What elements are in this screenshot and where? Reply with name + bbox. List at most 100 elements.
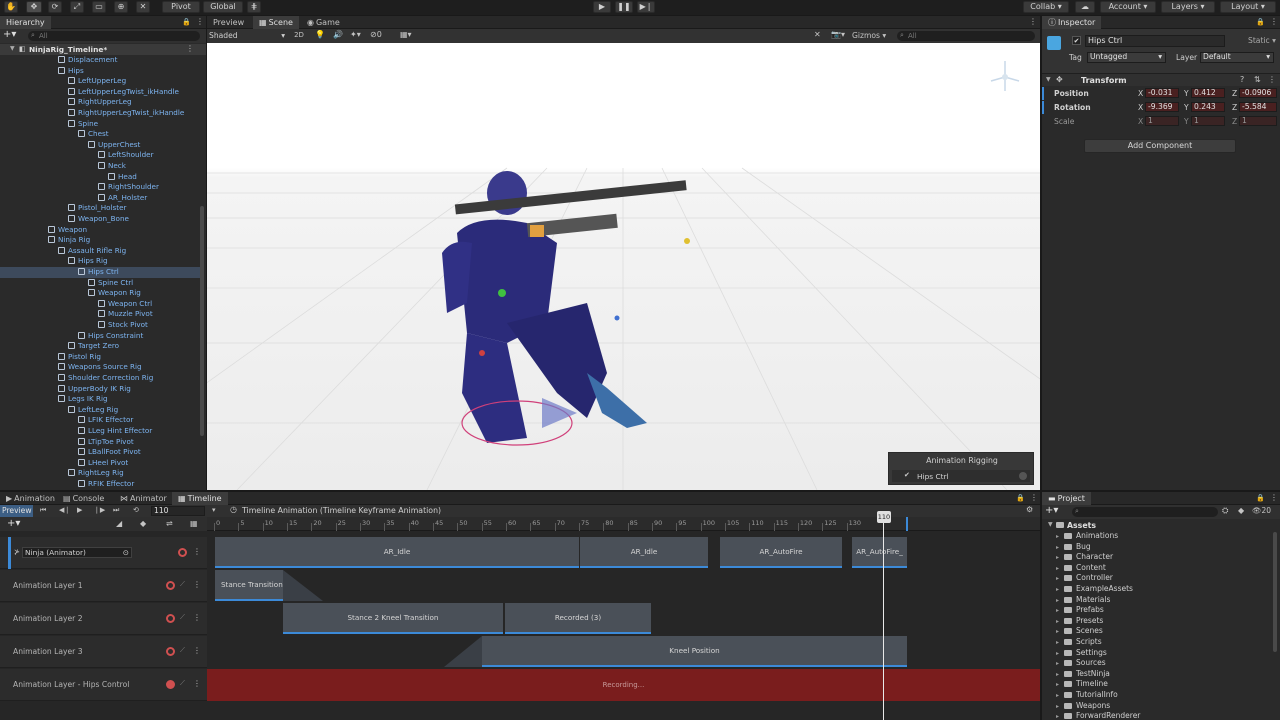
hierarchy-item[interactable]: Stock Pivot xyxy=(0,320,200,331)
project-folder[interactable]: ▸ Content xyxy=(1042,563,1278,574)
assets-root-row[interactable]: ▼ Assets xyxy=(1042,520,1278,531)
scene-menu-icon[interactable]: ⋮ xyxy=(186,44,194,53)
clip-recorded-3[interactable]: Recorded (3) xyxy=(505,603,651,634)
scale-x-field[interactable]: 1 xyxy=(1145,116,1179,126)
track-header[interactable]: Animation Layer 1 ⟋ ⋮ xyxy=(0,570,207,602)
project-folder[interactable]: ▸ Scenes xyxy=(1042,626,1278,637)
hierarchy-item[interactable]: LLeg Hint Effector xyxy=(0,426,200,437)
rotation-y-field[interactable]: 0.243 xyxy=(1191,102,1225,112)
record-button[interactable] xyxy=(166,647,175,656)
record-button[interactable] xyxy=(166,680,175,689)
inspector-menu-icon[interactable]: ⋮ xyxy=(1270,17,1278,26)
mute-icon[interactable]: ⟋ xyxy=(180,679,185,688)
clip-ar-idle-1[interactable]: AR_Idle xyxy=(215,537,579,568)
hierarchy-item[interactable]: Assault Rifle Rig xyxy=(0,246,200,257)
rotation-z-field[interactable]: -5.584 xyxy=(1239,102,1277,112)
position-x-field[interactable]: -0.031 xyxy=(1145,88,1179,98)
clip-edit-mode-icon[interactable]: ◢ xyxy=(116,519,122,528)
hidden-count-icon[interactable]: 👁20 xyxy=(1252,506,1271,515)
rotation-x-field[interactable]: -9.369 xyxy=(1145,102,1179,112)
clip-ar-autofire-1[interactable]: AR_AutoFire xyxy=(720,537,842,568)
help-icon[interactable]: ? xyxy=(1240,75,1244,84)
project-folder[interactable]: ▸ Bug xyxy=(1042,542,1278,553)
hierarchy-item[interactable]: Neck xyxy=(0,161,200,172)
layer-dropdown[interactable]: Default ▾ xyxy=(1200,52,1274,63)
layers-dropdown[interactable]: Layers ▾ xyxy=(1161,1,1215,13)
project-folder[interactable]: ▸ Sources xyxy=(1042,658,1278,669)
account-dropdown[interactable]: Account ▾ xyxy=(1100,1,1156,13)
track-menu-icon[interactable]: ⋮ xyxy=(193,580,201,589)
tag-dropdown[interactable]: Untagged ▾ xyxy=(1087,52,1166,63)
project-folder[interactable]: ▸ Character xyxy=(1042,552,1278,563)
tab-animation[interactable]: ▶ Animation xyxy=(0,492,61,505)
track-menu-icon[interactable]: ⋮ xyxy=(193,613,201,622)
track-binding-field[interactable]: Ninja (Animator) ⊙ xyxy=(22,547,132,558)
mode-2d-button[interactable]: 2D xyxy=(291,30,307,41)
track-ninja-animator[interactable]: ⊁ Ninja (Animator) ⊙ ⋮ AR_Idle AR_Idle AR… xyxy=(0,537,1040,570)
project-search-input[interactable]: ⌕ xyxy=(1072,507,1218,517)
hierarchy-item[interactable]: LTipToe Pivot xyxy=(0,437,200,448)
scale-tool-button[interactable]: ⤢ xyxy=(70,1,84,13)
hierarchy-item[interactable]: Hips Ctrl xyxy=(0,267,200,278)
project-scrollbar[interactable] xyxy=(1273,532,1277,652)
track-animation-layer-2[interactable]: Animation Layer 2 ⟋ ⋮ Stance 2 Kneel Tra… xyxy=(0,603,1040,636)
add-component-button[interactable]: Add Component xyxy=(1084,139,1236,153)
add-track-button[interactable]: +▾ xyxy=(7,518,20,529)
hierarchy-item[interactable]: AR_Holster xyxy=(0,193,200,204)
preset-icon[interactable]: ⇅ xyxy=(1254,75,1261,84)
hierarchy-item[interactable]: Head xyxy=(0,172,200,183)
hierarchy-item[interactable]: Legs IK Rig xyxy=(0,394,200,405)
timeline-settings-icon[interactable]: ⚙ xyxy=(1026,505,1033,514)
timeline-ruler[interactable]: 0 5 10 15 20 25 30 35 40 45 50 55 60 65 70 75 80 85 90 95 10… xyxy=(207,511,1040,531)
tab-project[interactable]: ▬ Project xyxy=(1042,492,1091,505)
clip-kneel-position[interactable]: Kneel Position xyxy=(482,636,907,667)
track-header[interactable]: ⊁ Ninja (Animator) ⊙ ⋮ xyxy=(0,537,207,569)
clip-ar-idle-2[interactable]: AR_Idle xyxy=(580,537,708,568)
pause-button[interactable]: ❚❚ xyxy=(615,1,633,13)
hierarchy-item[interactable]: Shoulder Correction Rig xyxy=(0,373,200,384)
layout-dropdown[interactable]: Layout ▾ xyxy=(1220,1,1276,13)
project-folder[interactable]: ▸ ForwardRenderer xyxy=(1042,711,1278,720)
frame-dropdown-icon[interactable]: ▾ xyxy=(212,506,216,514)
hierarchy-item[interactable]: Spine Ctrl xyxy=(0,278,200,289)
move-tool-button[interactable]: ✥ xyxy=(26,1,42,13)
track-menu-icon[interactable]: ⋮ xyxy=(193,547,201,556)
scale-z-field[interactable]: 1 xyxy=(1239,116,1277,126)
snap-mode-icon[interactable]: ◆ xyxy=(140,519,146,528)
tab-inspector[interactable]: ⓘ Inspector xyxy=(1042,16,1102,29)
tools-icon[interactable]: ✕ xyxy=(814,30,821,39)
collapse-arrow-icon[interactable]: ▼ xyxy=(1046,76,1051,83)
hierarchy-root-row[interactable]: ▼ ◧ NinjaRig_Timeline* ⋮ xyxy=(0,44,206,55)
transform-tool-button[interactable]: ⊕ xyxy=(114,1,128,13)
play-button[interactable]: ▶ xyxy=(593,1,611,13)
goto-start-icon[interactable]: ⏮ xyxy=(40,506,46,515)
project-folder[interactable]: ▸ Settings xyxy=(1042,648,1278,659)
prev-frame-icon[interactable]: ◀❘ xyxy=(59,506,70,514)
tab-animator[interactable]: ⋈ Animator xyxy=(114,492,173,505)
position-z-field[interactable]: -0.0906 xyxy=(1239,88,1277,98)
ninja-character-model[interactable] xyxy=(207,43,1040,490)
project-folder[interactable]: ▸ TutorialInfo xyxy=(1042,690,1278,701)
project-folder[interactable]: ▸ Controller xyxy=(1042,573,1278,584)
tab-timeline[interactable]: ▦ Timeline xyxy=(172,492,228,505)
hierarchy-search-input[interactable]: ⌕ All xyxy=(28,31,200,41)
visibility-icon[interactable]: ⊘0 xyxy=(370,30,382,39)
track-header[interactable]: Animation Layer 3 ⟋ ⋮ xyxy=(0,636,207,668)
project-folder[interactable]: ▸ Timeline xyxy=(1042,679,1278,690)
record-button[interactable] xyxy=(166,581,175,590)
gizmos-dropdown[interactable]: Gizmos ▾ xyxy=(852,30,892,41)
tab-game[interactable]: ◉ Game xyxy=(301,16,346,29)
hierarchy-item[interactable]: LHeel Pivot xyxy=(0,458,200,469)
project-folder[interactable]: ▸ Weapons xyxy=(1042,701,1278,712)
tab-preview[interactable]: Preview xyxy=(207,16,250,29)
inspector-lock-icon[interactable]: 🔒 xyxy=(1256,18,1265,26)
track-header[interactable]: Animation Layer 2 ⟋ ⋮ xyxy=(0,603,207,635)
hierarchy-item[interactable]: RightShoulder xyxy=(0,182,200,193)
audio-icon[interactable]: 🔊 xyxy=(333,30,343,39)
overlay-checkbox[interactable]: ✔ xyxy=(904,471,910,479)
timeline-lock-icon[interactable]: 🔒 xyxy=(1016,494,1025,502)
assets-expand-icon[interactable]: ▼ xyxy=(1048,521,1053,528)
shading-dropdown[interactable]: Shaded ▾ xyxy=(209,30,287,41)
static-toggle[interactable]: Static ▾ xyxy=(1248,36,1276,45)
timeline-play-icon[interactable]: ▶ xyxy=(77,506,82,514)
